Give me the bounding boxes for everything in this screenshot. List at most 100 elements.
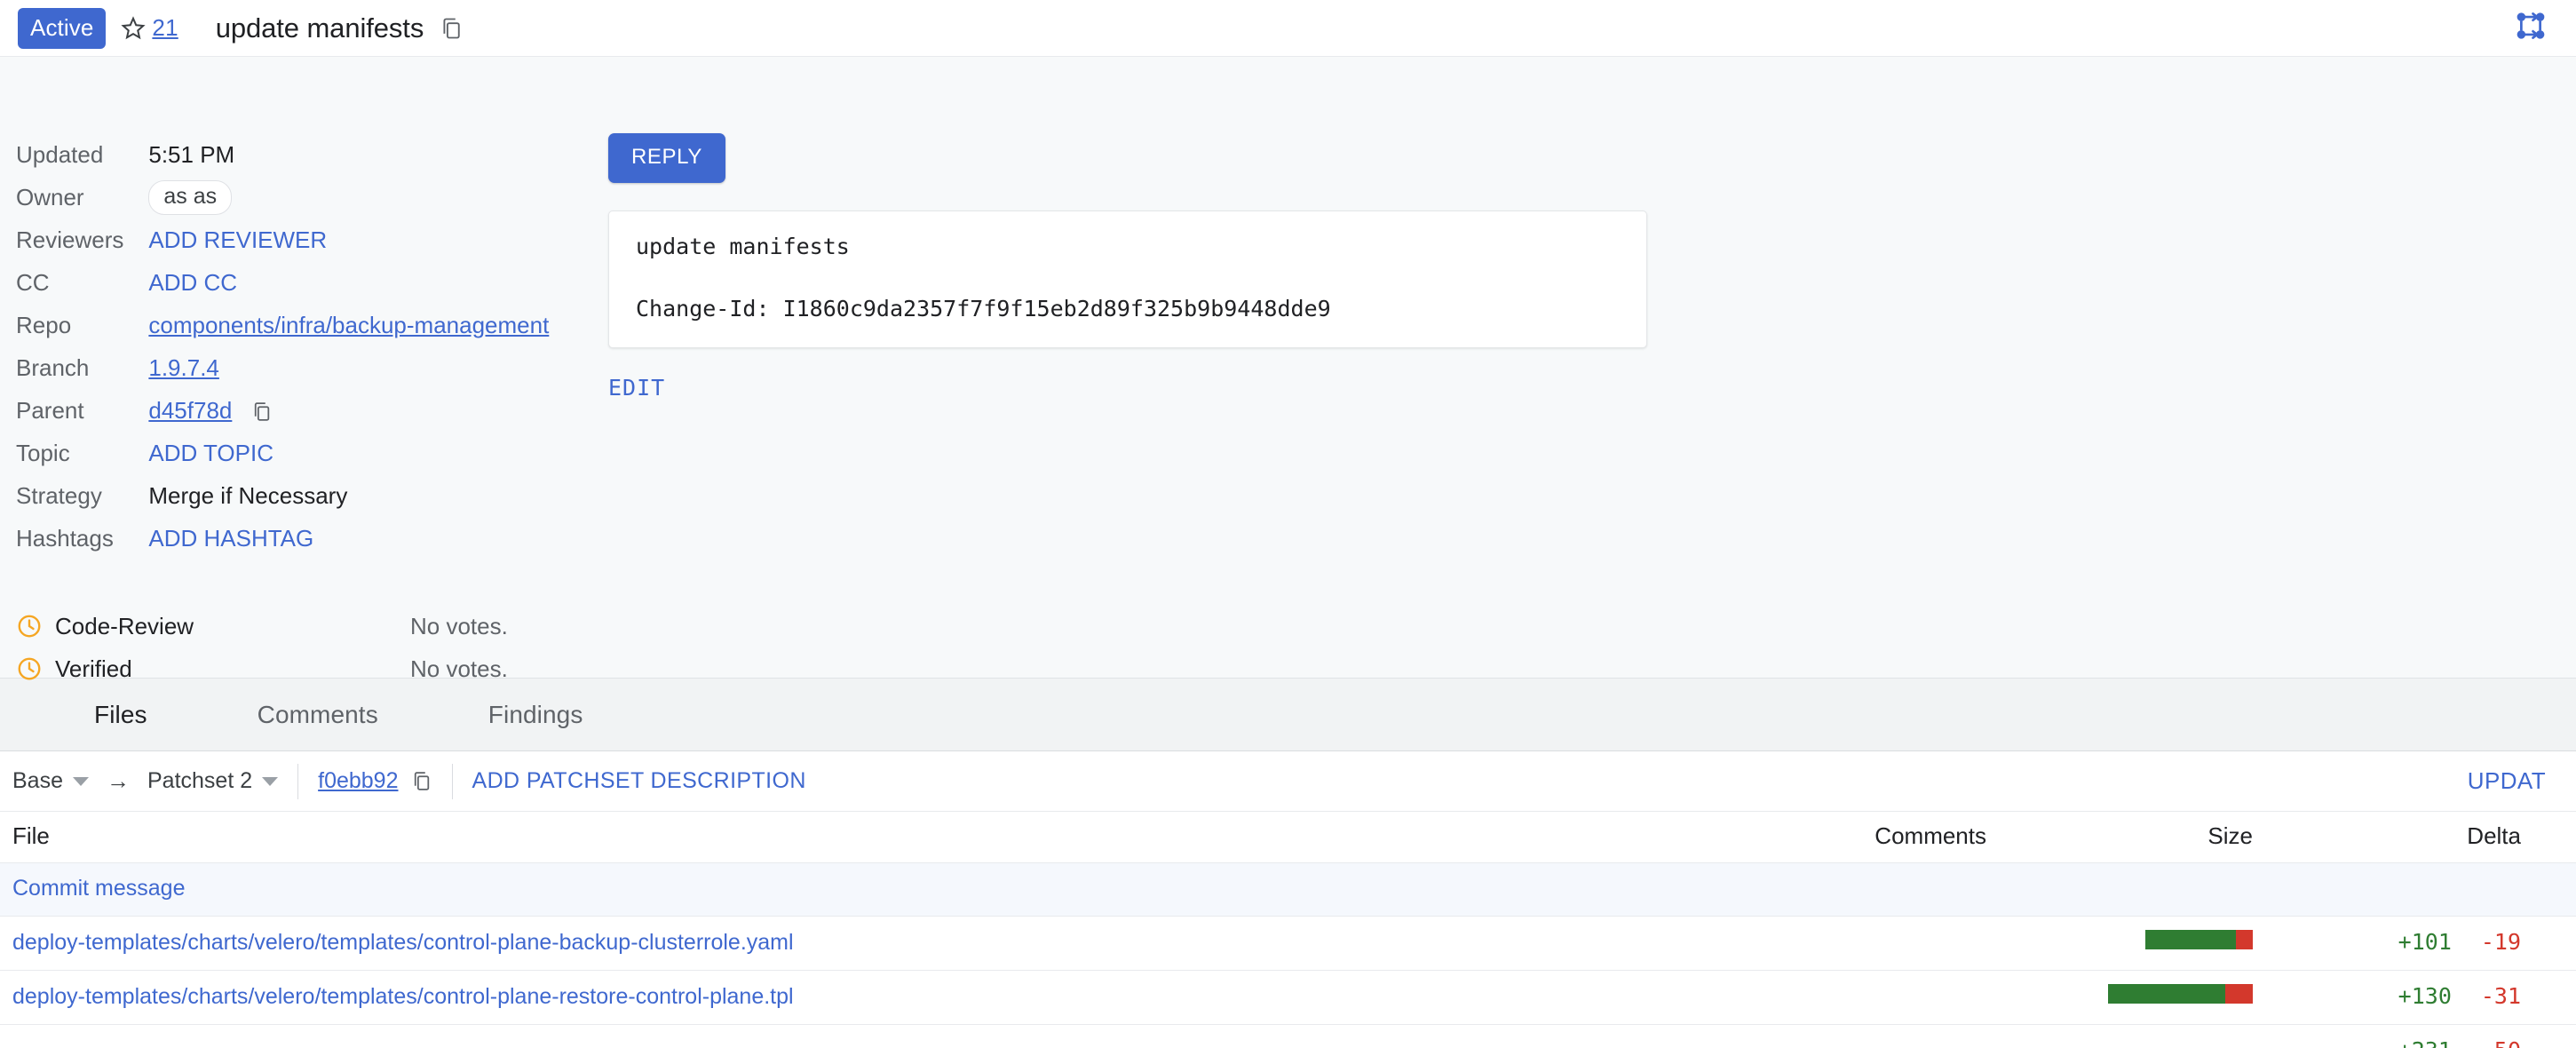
delta-deleted: -31 <box>2480 983 2521 1009</box>
table-row[interactable]: deploy-templates/charts/velero/templates… <box>0 916 2576 971</box>
total-added: +231 <box>2398 1037 2452 1048</box>
star-count[interactable]: 21 <box>152 14 178 42</box>
chevron-down-icon <box>262 776 279 786</box>
delta-added: +130 <box>2398 983 2452 1009</box>
metadata-label: Strategy <box>16 481 102 509</box>
commit-message-spacer <box>636 259 1620 297</box>
owner-chip[interactable]: as as <box>148 179 233 215</box>
copy-icon[interactable] <box>439 16 464 41</box>
metadata-value-reviewers: ADD REVIEWER <box>148 218 549 261</box>
delta-cell: +101 -19 <box>2274 916 2576 971</box>
update-button[interactable]: UPDAT <box>2468 767 2546 795</box>
size-bar-added <box>2107 983 2225 1004</box>
chevron-down-icon <box>72 776 89 786</box>
file-link[interactable]: deploy-templates/charts/velero/templates… <box>12 984 794 1009</box>
size-bar-deleted <box>2235 929 2253 949</box>
reply-button[interactable]: REPLY <box>608 133 725 183</box>
star-outline-icon[interactable] <box>120 15 147 42</box>
total-file-cell <box>0 1025 1803 1048</box>
label-name: Code-Review <box>55 612 194 639</box>
metadata-value-parent: d45f78d <box>148 389 549 432</box>
metadata-row-strategy: Strategy Merge if Necessary <box>16 474 549 517</box>
total-delta-cell: +231 -50 <box>2274 1025 2576 1048</box>
repo-link[interactable]: components/infra/backup-management <box>148 312 549 338</box>
file-cell: Commit message <box>0 862 1803 917</box>
delta-cell: +130 -31 <box>2274 970 2576 1025</box>
base-patchset-select[interactable]: Base <box>12 768 89 794</box>
metadata-label: Branch <box>16 353 90 381</box>
file-cell: deploy-templates/charts/velero/templates… <box>0 970 1803 1025</box>
tab-findings[interactable]: Findings <box>488 701 583 729</box>
size-bar-deleted <box>2224 983 2253 1004</box>
metadata-table: Updated 5:51 PM Owner as as Reviewers AD… <box>16 133 549 560</box>
status-badge: Active <box>18 7 107 49</box>
tab-comments[interactable]: Comments <box>258 701 378 729</box>
metadata-row-owner: Owner as as <box>16 176 549 218</box>
metadata-label: Topic <box>16 439 70 466</box>
file-table-header-row: File Comments Size Delta <box>0 812 2576 863</box>
total-comments-cell <box>1803 1025 2008 1048</box>
metadata-label: Parent <box>16 396 84 424</box>
column-header-size: Size <box>2008 812 2274 863</box>
table-row[interactable]: deploy-templates/charts/velero/templates… <box>0 970 2576 1025</box>
metadata-row-reviewers: Reviewers ADD REVIEWER <box>16 218 549 261</box>
page-title: update manifests <box>215 12 424 44</box>
edit-commit-message-button[interactable]: EDIT <box>608 375 665 401</box>
add-topic-button[interactable]: ADD TOPIC <box>148 440 273 466</box>
expand-diff-icon[interactable] <box>2516 11 2546 45</box>
label-row-verified: Verified No votes. <box>16 647 508 690</box>
delta-added: +101 <box>2398 929 2452 955</box>
change-metadata-section: Updated 5:51 PM Owner as as Reviewers AD… <box>0 57 2576 682</box>
branch-link[interactable]: 1.9.7.4 <box>148 354 219 381</box>
metadata-value-updated: 5:51 PM <box>148 140 235 168</box>
header-actions <box>2516 11 2546 45</box>
column-header-file: File <box>0 812 1803 863</box>
size-cell <box>2008 862 2274 917</box>
size-bar-added <box>2144 929 2236 949</box>
clock-pending-icon <box>16 613 43 639</box>
metadata-value-repo: components/infra/backup-management <box>148 304 549 346</box>
commit-change-id: Change-Id: I1860c9da2357f7f9f15eb2d89f32… <box>636 295 1331 322</box>
comments-cell <box>1803 862 2008 917</box>
add-hashtag-button[interactable]: ADD HASHTAG <box>148 525 313 552</box>
table-row[interactable]: Commit message <box>0 862 2576 917</box>
comments-cell <box>1803 916 2008 971</box>
target-patchset-label: Patchset 2 <box>147 768 253 793</box>
add-patchset-description-button[interactable]: ADD PATCHSET DESCRIPTION <box>472 768 806 794</box>
metadata-row-cc: CC ADD CC <box>16 261 549 304</box>
metadata-row-updated: Updated 5:51 PM <box>16 133 549 176</box>
copy-icon[interactable] <box>250 401 273 423</box>
file-link[interactable]: deploy-templates/charts/velero/templates… <box>12 930 794 955</box>
table-row-total: +231 -50 <box>0 1025 2576 1048</box>
metadata-row-repo: Repo components/infra/backup-management <box>16 304 549 346</box>
parent-commit-link[interactable]: d45f78d <box>148 397 232 424</box>
column-header-comments: Comments <box>1803 812 2008 863</box>
metadata-value-cc: ADD CC <box>148 261 549 304</box>
reply-column: REPLY update manifests Change-Id: I1860c… <box>608 133 1647 401</box>
size-bar <box>2107 983 2253 1004</box>
target-patchset-select[interactable]: Patchset 2 <box>147 768 279 794</box>
patchset-toolbar: Base → Patchset 2 f0ebb92 ADD PATCHSET D… <box>0 751 2576 812</box>
add-reviewer-button[interactable]: ADD REVIEWER <box>148 226 327 253</box>
commit-message-subject: update manifests <box>636 234 850 259</box>
copy-icon[interactable] <box>410 770 432 792</box>
metadata-label: Owner <box>16 183 84 210</box>
metadata-label: Repo <box>16 311 72 338</box>
commit-message-box: update manifests Change-Id: I1860c9da235… <box>608 210 1647 348</box>
metadata-label: Hashtags <box>16 524 114 552</box>
metadata-label: Reviewers <box>16 226 124 253</box>
metadata-value-strategy: Merge if Necessary <box>148 481 348 509</box>
gerrit-change-page: Active 21 update manifests Updated 5:51 … <box>0 0 2576 1048</box>
patchset-sha-link[interactable]: f0ebb92 <box>318 768 398 794</box>
divider <box>297 763 299 799</box>
metadata-value-hashtags: ADD HASHTAG <box>148 517 549 560</box>
label-vote: No votes. <box>410 655 508 682</box>
label-row-code-review: Code-Review No votes. <box>16 605 508 647</box>
column-header-delta: Delta <box>2274 812 2576 863</box>
file-link-commit-message[interactable]: Commit message <box>12 876 186 901</box>
tab-files[interactable]: Files <box>94 701 147 729</box>
add-cc-button[interactable]: ADD CC <box>148 269 237 296</box>
delta-cell <box>2274 862 2576 917</box>
size-cell <box>2008 916 2274 971</box>
metadata-row-branch: Branch 1.9.7.4 <box>16 346 549 389</box>
